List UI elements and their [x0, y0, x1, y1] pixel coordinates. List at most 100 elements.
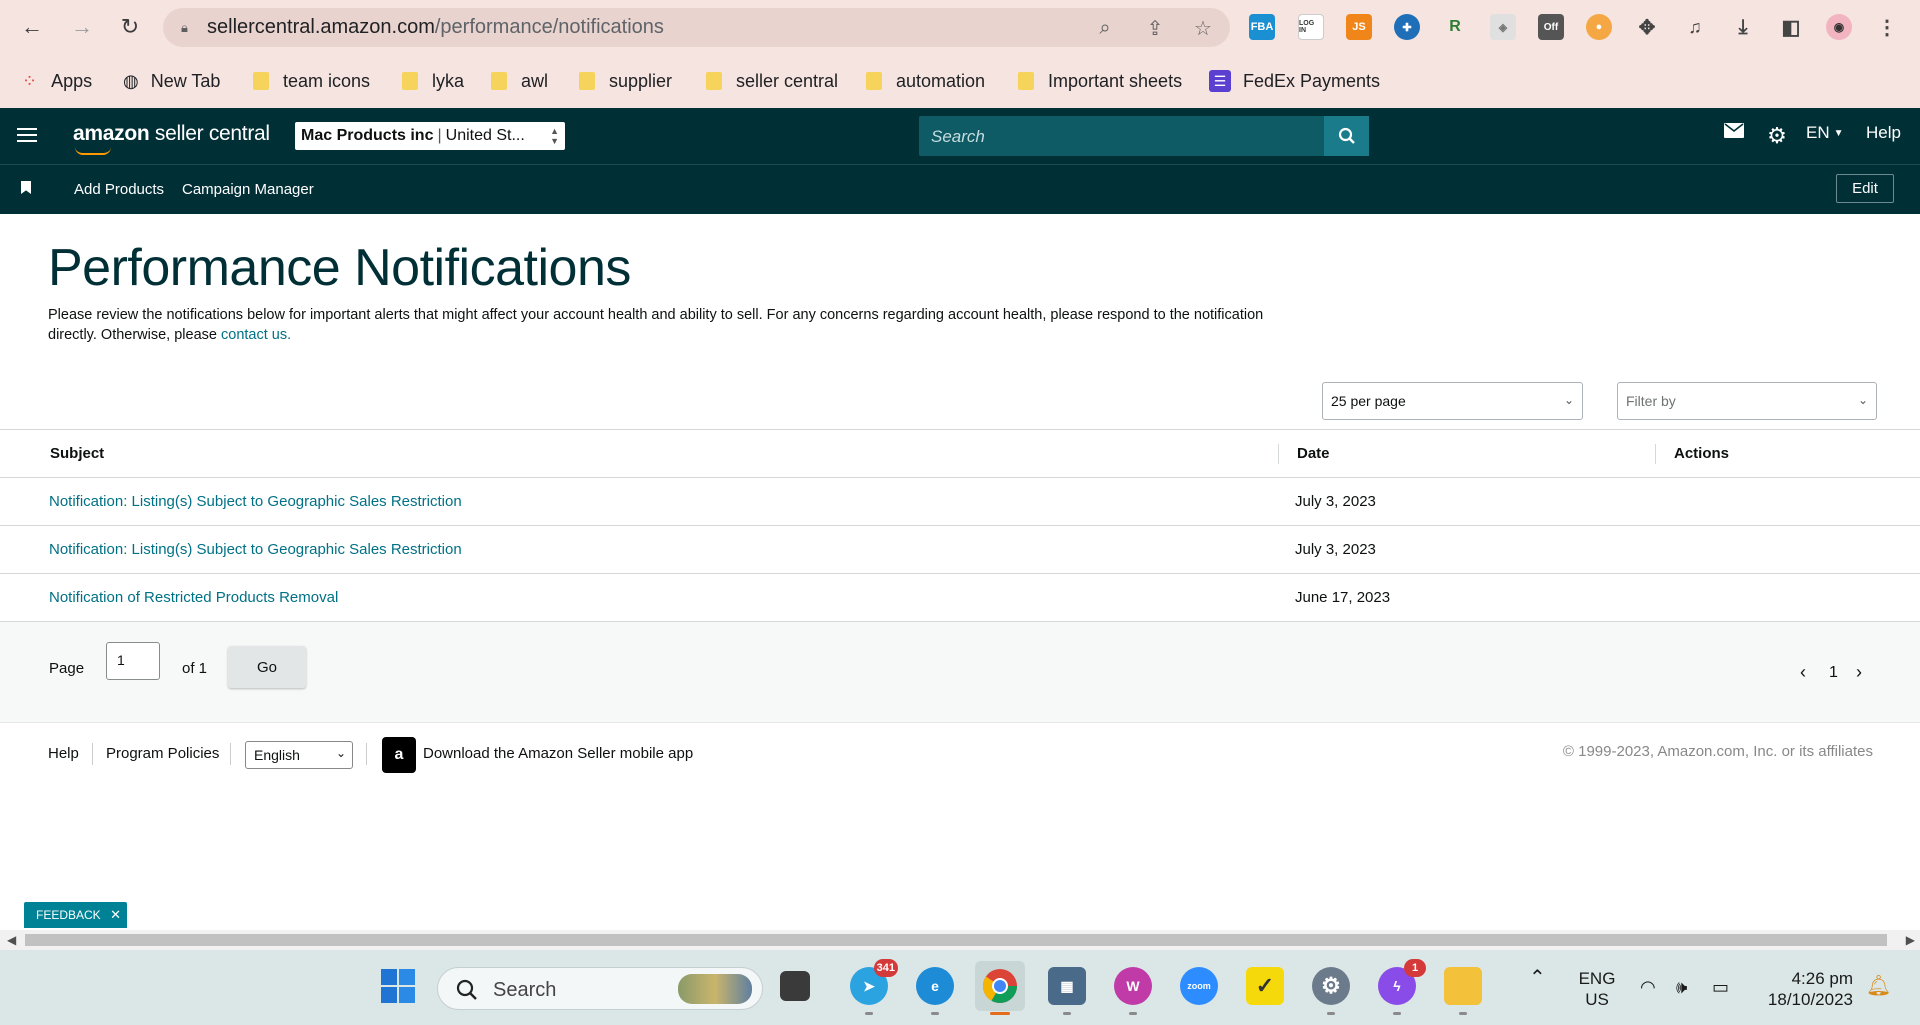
windows-start-icon[interactable] — [379, 967, 417, 1005]
sticky-notes-icon[interactable]: ✓ — [1246, 967, 1284, 1005]
horizontal-scrollbar[interactable]: ◀ ▶ — [0, 930, 1920, 950]
shortcut-campaign-manager[interactable]: Campaign Manager — [182, 181, 314, 198]
gear-icon[interactable]: ⚙ — [1764, 123, 1790, 149]
download-icon[interactable]: ⤓ — [1730, 14, 1756, 40]
feedback-tab[interactable]: FEEDBACK ✕ — [24, 902, 127, 928]
account-switcher[interactable]: Mac Products inc | United St... ▲ ▼ — [295, 122, 565, 150]
puzzle-icon[interactable]: ✥ — [1634, 14, 1660, 40]
bookmark-awl[interactable]: awl — [491, 68, 548, 94]
bookmark-label: seller central — [736, 70, 839, 91]
filter-select[interactable]: Filter by ⌄ — [1617, 382, 1877, 420]
chevron-up-icon[interactable]: ⌃ — [1529, 968, 1546, 989]
scrollbar-thumb[interactable] — [25, 934, 1887, 946]
footer-divider — [366, 743, 367, 765]
edit-shortcuts-button[interactable]: Edit — [1836, 174, 1894, 203]
task-view-icon[interactable] — [780, 971, 810, 1001]
file-explorer-icon[interactable] — [1444, 967, 1482, 1005]
search-button[interactable] — [1324, 116, 1369, 156]
bookmark-supplier[interactable]: supplier — [579, 68, 672, 94]
input-language-indicator[interactable]: ENG US — [1578, 968, 1616, 1010]
wifi-icon[interactable]: ◠ — [1640, 977, 1656, 998]
zoom-icon[interactable]: ⌕ — [1093, 16, 1117, 40]
bookmarks-bar: ⁘ Apps ◍ New Tab team icons lyka awl suppl… — [0, 60, 1920, 100]
taskbar-search[interactable]: Search — [437, 967, 763, 1010]
notification-subject-link[interactable]: Notification: Listing(s) Subject to Geog… — [49, 541, 462, 558]
notification-subject-link[interactable]: Notification: Listing(s) Subject to Geog… — [49, 493, 462, 510]
next-page-icon[interactable]: › — [1856, 662, 1862, 683]
zoom-app-icon[interactable]: zoom — [1180, 967, 1218, 1005]
footer-program-policies-link[interactable]: Program Policies — [106, 745, 219, 762]
bookmark-apps[interactable]: ⁘ Apps — [22, 68, 92, 94]
help-link[interactable]: Help — [1866, 123, 1901, 143]
fba-extension-icon[interactable]: FBA — [1249, 14, 1275, 40]
notification-subject-link[interactable]: Notification of Restricted Products Remo… — [49, 589, 338, 606]
go-button[interactable]: Go — [228, 646, 306, 688]
column-header-subject[interactable]: Subject — [50, 445, 104, 462]
clock[interactable]: 4:26 pm 18/10/2023 — [1757, 968, 1853, 1010]
seller-central-header: amazon seller central Mac Products inc | U… — [0, 108, 1920, 164]
notification-bell-icon[interactable]: 🔔︎ — [1866, 976, 1891, 997]
bookmark-new-tab[interactable]: ◍ New Tab — [123, 68, 220, 94]
current-page-number[interactable]: 1 — [1829, 664, 1838, 682]
bookmark-automation[interactable]: automation — [866, 68, 985, 94]
page-number-input[interactable]: 1 — [106, 642, 160, 680]
menu-kebab-icon[interactable]: ⋮ — [1874, 14, 1900, 40]
login-extension-icon[interactable]: LOG IN — [1298, 14, 1324, 40]
per-page-select[interactable]: 25 per page ⌄ — [1322, 382, 1583, 420]
bookmark-icon[interactable] — [21, 181, 31, 194]
share-icon[interactable]: ⇪ — [1143, 16, 1167, 40]
scroll-right-icon[interactable]: ▶ — [1906, 933, 1915, 947]
shortcut-add-products[interactable]: Add Products — [74, 181, 164, 198]
calculator-icon[interactable]: ▦ — [1048, 967, 1086, 1005]
reload-icon[interactable]: ↻ — [115, 12, 145, 42]
scroll-left-icon[interactable]: ◀ — [7, 933, 16, 947]
bookmark-important-sheets[interactable]: Important sheets — [1018, 68, 1182, 94]
chrome-icon[interactable] — [975, 961, 1025, 1011]
cube-extension-icon[interactable]: ◈ — [1490, 14, 1516, 40]
footer-language-value: English — [254, 747, 300, 763]
sidepanel-icon[interactable]: ◧ — [1778, 14, 1804, 40]
back-icon[interactable]: ← — [17, 12, 47, 42]
address-bar[interactable]: 🔒︎ sellercentral.amazon.com/performance/… — [163, 8, 1230, 47]
writer-app-icon[interactable]: W — [1114, 967, 1152, 1005]
column-divider — [1655, 444, 1656, 464]
contact-us-link[interactable]: contact us. — [221, 327, 291, 343]
page-title: Performance Notifications — [48, 239, 631, 297]
volume-icon[interactable]: 🕪︎ — [1676, 977, 1687, 998]
prev-page-icon[interactable]: ‹ — [1800, 662, 1806, 683]
battery-icon[interactable]: ▭ — [1712, 977, 1729, 998]
footer-help-link[interactable]: Help — [48, 745, 79, 762]
bookmark-fedex-payments[interactable]: ☰ FedEx Payments — [1209, 68, 1380, 94]
per-page-value: 25 per page — [1331, 393, 1406, 409]
page-description: Please review the notifications below fo… — [48, 305, 1288, 345]
close-icon[interactable]: ✕ — [110, 907, 121, 923]
profile-avatar[interactable]: ◉ — [1826, 14, 1852, 40]
language-selector[interactable]: EN ▼ — [1806, 123, 1844, 143]
column-header-actions: Actions — [1674, 445, 1730, 462]
color-extension-icon[interactable]: ● — [1586, 14, 1612, 40]
bookmark-lyka[interactable]: lyka — [402, 68, 464, 94]
chevron-down-icon: ⌄ — [1857, 393, 1868, 407]
edge-icon[interactable]: e — [916, 967, 954, 1005]
settings-gear-icon[interactable]: ⚙ — [1312, 967, 1350, 1005]
telegram-icon[interactable]: ➤ 341 — [850, 959, 898, 1005]
amazon-app-icon[interactable]: a — [382, 737, 416, 773]
forward-icon[interactable]: → — [67, 12, 97, 42]
footer-language-select[interactable]: English ⌄ — [245, 741, 353, 769]
bookmark-star-icon[interactable]: ☆ — [1191, 16, 1215, 40]
bookmark-seller-central[interactable]: seller central — [706, 68, 838, 94]
mail-icon[interactable] — [1722, 123, 1746, 138]
search-box[interactable]: Search — [919, 116, 1369, 156]
seller-central-logo[interactable]: amazon seller central — [73, 122, 270, 155]
off-extension-icon[interactable]: Off — [1538, 14, 1564, 40]
download-app-link[interactable]: Download the Amazon Seller mobile app — [423, 745, 693, 762]
helper-extension-icon[interactable]: ✚ — [1394, 14, 1420, 40]
media-icon[interactable]: ♫ — [1682, 14, 1708, 40]
hamburger-menu-icon[interactable] — [17, 128, 37, 144]
running-indicator — [1129, 1012, 1137, 1015]
rs-extension-icon[interactable]: R — [1442, 14, 1468, 40]
messenger-icon[interactable]: ϟ1 — [1378, 959, 1426, 1005]
js-extension-icon[interactable]: JS — [1346, 14, 1372, 40]
column-header-date[interactable]: Date — [1297, 445, 1330, 462]
bookmark-team-icons[interactable]: team icons — [253, 68, 370, 94]
